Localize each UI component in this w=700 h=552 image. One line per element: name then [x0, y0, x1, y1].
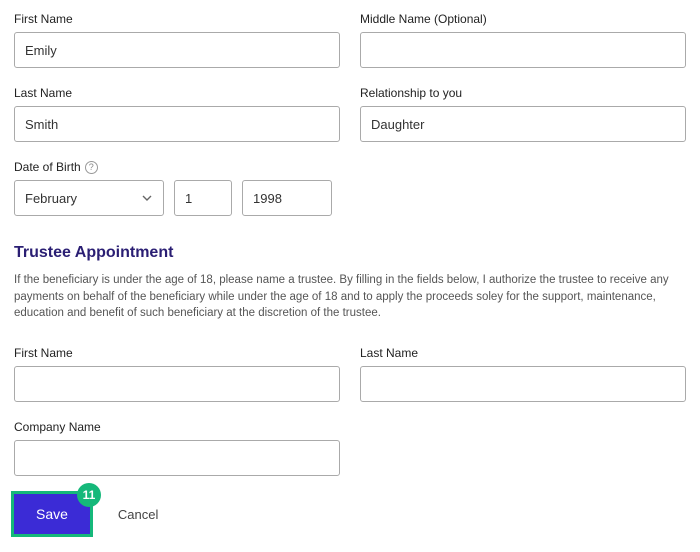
- company-name-label: Company Name: [14, 420, 340, 434]
- relationship-input[interactable]: [360, 106, 686, 142]
- trustee-first-name-label: First Name: [14, 346, 340, 360]
- trustee-last-name-label: Last Name: [360, 346, 686, 360]
- trustee-last-name-input[interactable]: [360, 366, 686, 402]
- company-name-input[interactable]: [14, 440, 340, 476]
- step-badge: 11: [77, 483, 101, 507]
- chevron-down-icon: [141, 192, 153, 204]
- dob-day-input[interactable]: [174, 180, 232, 216]
- help-icon[interactable]: ?: [85, 161, 98, 174]
- middle-name-label: Middle Name (Optional): [360, 12, 686, 26]
- first-name-label: First Name: [14, 12, 340, 26]
- relationship-label: Relationship to you: [360, 86, 686, 100]
- dob-month-select[interactable]: February: [14, 180, 164, 216]
- last-name-input[interactable]: [14, 106, 340, 142]
- last-name-label: Last Name: [14, 86, 340, 100]
- trustee-first-name-input[interactable]: [14, 366, 340, 402]
- dob-year-input[interactable]: [242, 180, 332, 216]
- dob-label: Date of Birth: [14, 160, 81, 174]
- trustee-heading: Trustee Appointment: [14, 244, 686, 262]
- trustee-description: If the beneficiary is under the age of 1…: [14, 272, 686, 322]
- first-name-input[interactable]: [14, 32, 340, 68]
- middle-name-input[interactable]: [360, 32, 686, 68]
- dob-month-value: February: [25, 191, 77, 206]
- cancel-button[interactable]: Cancel: [118, 507, 158, 522]
